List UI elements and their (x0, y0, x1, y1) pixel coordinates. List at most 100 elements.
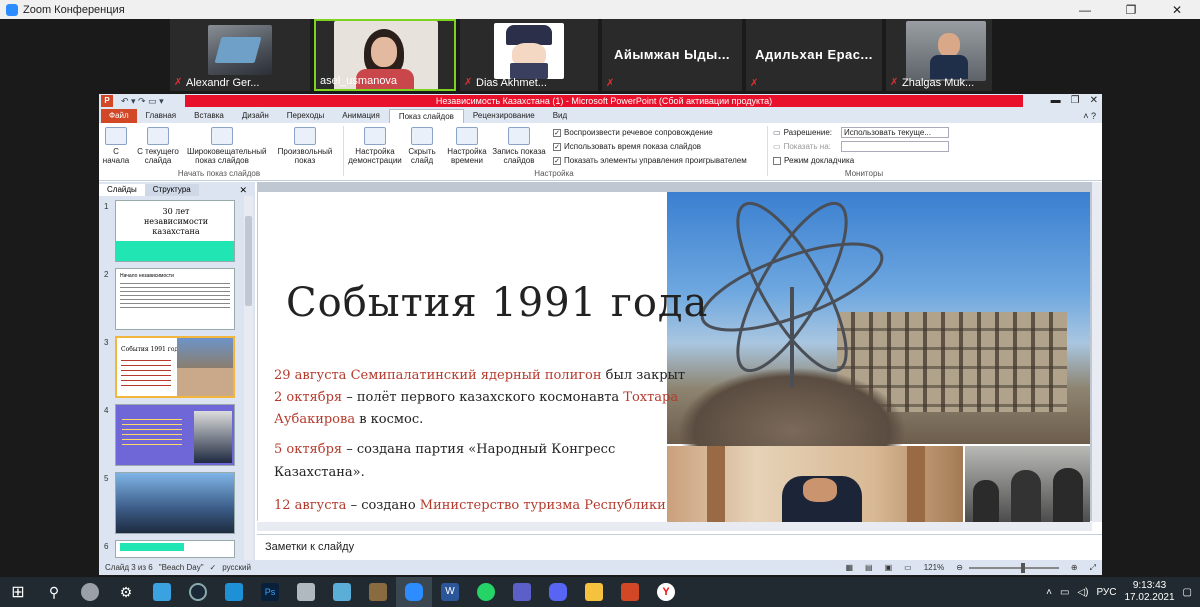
slide-vertical-scrollbar[interactable] (1092, 182, 1102, 522)
slide-thumbnail-4[interactable] (115, 404, 235, 466)
discord-icon[interactable] (540, 577, 576, 607)
current-slide[interactable]: События 1991 года 29 августа Семипалатин… (258, 192, 1090, 522)
setup-show-button[interactable]: Настройка демонстрации (345, 127, 405, 165)
slide-thumbnail-6[interactable] (115, 540, 235, 558)
ppt-restore-button[interactable]: ❐ (1071, 94, 1080, 108)
slide-thumbnail-1[interactable]: 30 лет независимости казахстана (115, 200, 235, 262)
slide-thumbnail-5[interactable] (115, 472, 235, 534)
resolution-dropdown[interactable]: Использовать текуще... (841, 127, 949, 138)
participant-tile[interactable]: ✗ Dias Akhmet... (460, 19, 598, 91)
notifications-icon[interactable]: ▢ (1183, 587, 1192, 598)
tab-design[interactable]: Дизайн (233, 109, 278, 123)
participant-tile[interactable]: Адильхан Ерас... ✗ (746, 19, 882, 91)
slideshow-view-icon[interactable]: ▭ (904, 563, 912, 572)
show-media-controls-checkbox[interactable]: ✓ Показать элементы управления проигрыват… (553, 156, 747, 165)
start-button[interactable]: ⊞ (0, 577, 36, 607)
explorer-icon[interactable] (576, 577, 612, 607)
from-beginning-button[interactable]: С начала (101, 127, 131, 165)
participant-name-large: Айымжан Ыды... (613, 47, 731, 62)
participant-tile[interactable]: ✗ Alexandr Ger... (170, 19, 310, 91)
slide-line-4: 5 октября – создана партия «Народный Кон… (274, 442, 616, 457)
tab-outline[interactable]: Структура (144, 184, 199, 196)
slide-line-5: Казахстана». (274, 465, 365, 480)
maximize-button[interactable]: ❐ (1108, 3, 1154, 17)
tab-insert[interactable]: Вставка (185, 109, 233, 123)
teams-icon[interactable] (504, 577, 540, 607)
ppt-close-button[interactable]: ✕ (1090, 94, 1098, 108)
mic-muted-icon: ✗ (464, 77, 473, 88)
broadcast-button[interactable]: Широковещательный показ слайдов (187, 127, 266, 165)
system-tray: ˄ ▭ ◁) РУС 9:13:43 17.02.2021 ▢ (1046, 580, 1200, 604)
sorter-view-icon[interactable]: ▤ (865, 563, 873, 572)
close-button[interactable]: ✕ (1154, 3, 1200, 17)
tray-chevron-icon[interactable]: ˄ (1046, 587, 1052, 598)
tab-home[interactable]: Главная (137, 109, 185, 123)
network-icon[interactable]: ▭ (1060, 587, 1069, 598)
zoom-app-icon (6, 3, 18, 16)
notes-pane[interactable]: Заметки к слайду (257, 534, 1102, 560)
tab-review[interactable]: Рецензирование (464, 109, 544, 123)
ribbon-collapse-icon[interactable]: ˄ ? (1083, 109, 1096, 123)
tab-animations[interactable]: Анимация (333, 109, 389, 123)
zoom-title-bar: Zoom Конференция — ❐ ✕ (0, 0, 1200, 19)
yandex-icon[interactable]: Y (648, 577, 684, 607)
group-label-start: Начать показ слайдов (177, 169, 261, 178)
play-narrations-checkbox[interactable]: ✓ Воспроизвести речевое сопровождение (553, 128, 713, 137)
normal-view-icon[interactable]: ▦ (845, 563, 853, 572)
participant-tile[interactable]: ✗ Zhalgas Muk... (886, 19, 992, 91)
powerpoint-icon[interactable]: P (101, 95, 113, 107)
presenter-view-checkbox[interactable]: Режим докладчика (773, 156, 854, 165)
reading-view-icon[interactable]: ▣ (885, 563, 893, 572)
fit-slide-icon[interactable]: ⤢ (1090, 563, 1096, 573)
broadcast-icon (211, 127, 233, 145)
monitor-icon: ▭ (773, 128, 781, 137)
zoom-level[interactable]: 121% (924, 563, 944, 572)
photoshop-icon[interactable]: Ps (252, 577, 288, 607)
search-icon[interactable]: ⚲ (36, 577, 72, 607)
use-timings-checkbox[interactable]: ✓ Использовать время показа слайдов (553, 142, 701, 151)
files-icon[interactable] (144, 577, 180, 607)
mic-muted-icon: ✗ (174, 77, 183, 88)
notepad-icon[interactable] (324, 577, 360, 607)
pane-close-icon[interactable]: ✕ (231, 184, 255, 196)
pane-scrollbar[interactable] (244, 196, 253, 560)
ppt-minimize-button[interactable]: ▬ (1051, 94, 1061, 108)
slide-horizontal-scrollbar[interactable] (257, 522, 1092, 531)
whatsapp-icon[interactable] (468, 577, 504, 607)
custom-show-button[interactable]: Произвольный показ (271, 127, 339, 165)
spellcheck-icon[interactable]: ✓ (210, 563, 217, 572)
steam-icon[interactable] (180, 577, 216, 607)
hide-slide-button[interactable]: Скрыть слайд (405, 127, 439, 165)
app-icon[interactable] (216, 577, 252, 607)
tab-slides[interactable]: Слайды (99, 184, 145, 196)
app-icon[interactable] (288, 577, 324, 607)
zoom-in-icon[interactable]: ⊕ (1071, 563, 1078, 572)
tab-transitions[interactable]: Переходы (278, 109, 334, 123)
slide-thumbnail-2[interactable]: Начало независимости (115, 268, 235, 330)
zoom-taskbar-icon[interactable] (396, 577, 432, 607)
word-icon[interactable]: W (432, 577, 468, 607)
app-icon[interactable] (360, 577, 396, 607)
rehearse-timings-button[interactable]: Настройка времени (445, 127, 489, 165)
minimize-button[interactable]: — (1062, 3, 1108, 17)
participant-tile-active[interactable]: asel_usmanova (314, 19, 456, 91)
volume-icon[interactable]: ◁) (1077, 587, 1088, 598)
tab-file[interactable]: Файл (101, 109, 137, 123)
tab-view[interactable]: Вид (544, 109, 576, 123)
show-on-dropdown[interactable] (841, 141, 949, 152)
record-show-button[interactable]: Запись показа слайдов (491, 127, 547, 165)
undo-icon[interactable]: ↶ ▾ ↷ ▭ ▾ (121, 96, 164, 107)
powerpoint-taskbar-icon[interactable] (612, 577, 648, 607)
tab-slideshow[interactable]: Показ слайдов (388, 109, 464, 123)
slide-thumbnail-3-selected[interactable]: События 1991 года (115, 336, 235, 398)
chrome-icon[interactable] (72, 577, 108, 607)
from-current-button[interactable]: С текущего слайда (135, 127, 181, 165)
clock[interactable]: 9:13:43 17.02.2021 (1124, 580, 1174, 604)
zoom-slider[interactable] (968, 562, 1059, 573)
participant-name-large: Адильхан Ерас... (755, 47, 873, 62)
language[interactable]: русский (222, 563, 251, 572)
input-language[interactable]: РУС (1096, 587, 1116, 598)
participant-tile[interactable]: Айымжан Ыды... ✗ (602, 19, 742, 91)
zoom-out-icon[interactable]: ⊖ (956, 563, 963, 572)
settings-icon[interactable]: ⚙ (108, 577, 144, 607)
